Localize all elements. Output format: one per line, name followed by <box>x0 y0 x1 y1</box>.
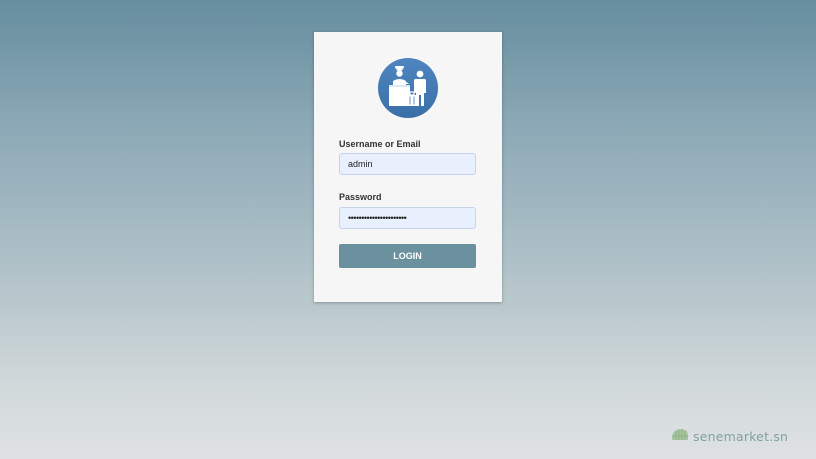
watermark: senemarket.sn <box>670 426 788 446</box>
watermark-text: senemarket.sn <box>693 428 789 444</box>
password-input[interactable] <box>339 207 476 229</box>
senemarket-logo-icon <box>670 426 690 447</box>
username-label: Username or Email <box>339 139 421 149</box>
login-button[interactable]: LOGIN <box>339 244 476 268</box>
password-label: Password <box>339 192 382 202</box>
hotel-reception-icon <box>377 57 439 119</box>
username-input[interactable] <box>339 153 476 175</box>
login-card: Username or Email Password LOGIN <box>314 32 502 302</box>
